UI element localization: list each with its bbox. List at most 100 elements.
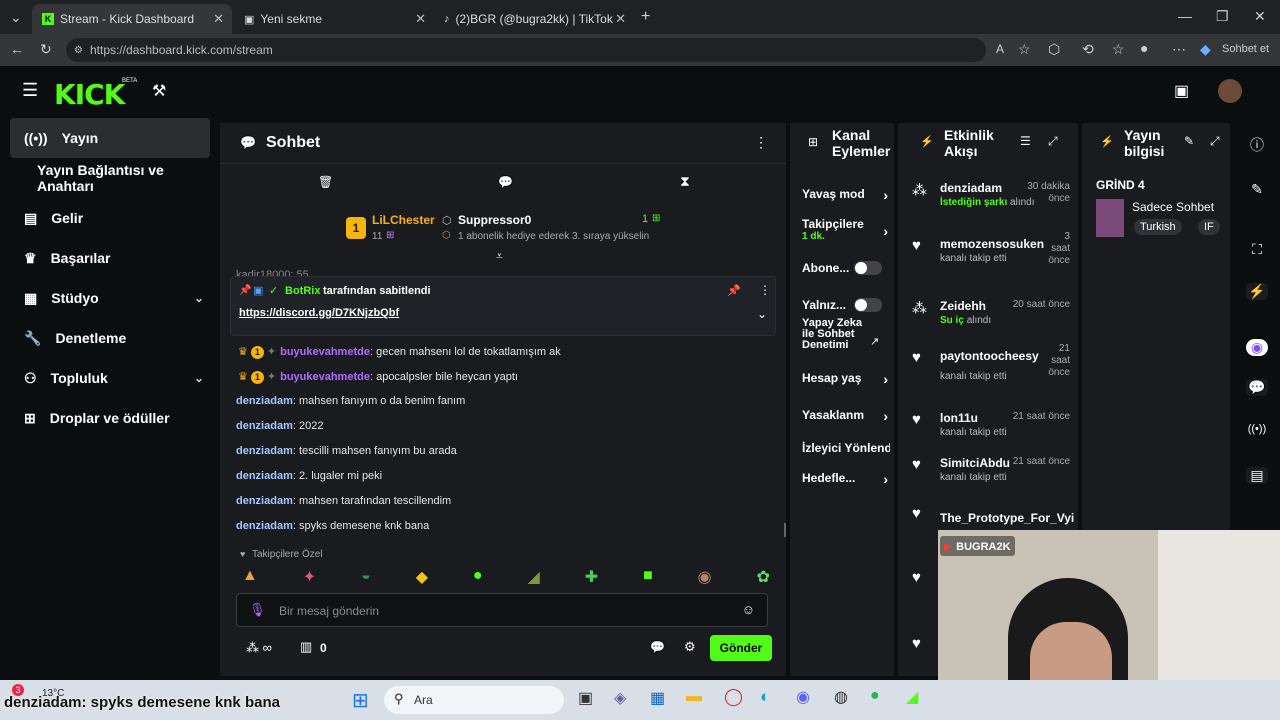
emote-icon[interactable]: ◒ [361, 567, 371, 587]
leader-name[interactable]: LiLChester [372, 213, 435, 227]
sidebar-item-topluluk[interactable]: ⚇ Topluluk ⌄ [4, 358, 216, 398]
chat-username[interactable]: denziadam [236, 420, 293, 432]
tab-close-icon[interactable]: ✕ [415, 11, 426, 27]
tab-kick-dashboard[interactable]: K Stream - Kick Dashboard ✕ [32, 4, 232, 34]
tab-tiktok[interactable]: ♪ (2)BGR (@bugra2kk) | TikTok ✕ [434, 4, 634, 34]
edit-pencil-icon[interactable]: ✎ [1184, 134, 1194, 148]
action-followers-only[interactable]: Takipçilere › 1 dk. [802, 217, 890, 242]
focus-icon[interactable]: ⛶ [1246, 241, 1268, 258]
tab-new-tab[interactable]: ▣ Yeni sekme ✕ [234, 4, 434, 34]
discord-icon[interactable]: ◉ [796, 687, 810, 707]
tab-close-icon[interactable]: ✕ [615, 11, 626, 27]
event-user[interactable]: lon11u [940, 411, 978, 425]
bolt-icon[interactable]: ⚡ [1246, 283, 1268, 300]
maximize-icon[interactable]: ❐ [1216, 8, 1229, 25]
expand-chevron-icon[interactable]: ⌄ [757, 307, 767, 321]
kick-logo[interactable]: KICK [54, 78, 125, 111]
chat-username[interactable]: denziadam [236, 395, 293, 407]
close-window-icon[interactable]: ✕ [1254, 8, 1266, 25]
store-icon[interactable]: ▥ [300, 639, 312, 655]
sidebar-item-studyo[interactable]: ▦ Stüdyo ⌄ [4, 278, 216, 318]
second-name[interactable]: Suppressor0 [458, 213, 531, 227]
file-explorer-icon[interactable]: ▬ [686, 688, 702, 706]
popout-icon[interactable]: ⤢ [1210, 134, 1220, 149]
emote-icon[interactable]: ✚ [585, 567, 598, 587]
emoji-icon[interactable]: ☺ [742, 602, 755, 617]
emotes-toggle[interactable] [854, 298, 882, 312]
action-targets[interactable]: Hedefle... › [802, 471, 890, 487]
sidebar-item-yayin[interactable]: ((•)) Yayın [10, 118, 210, 158]
chat-username[interactable]: buyukevahmetde [280, 371, 370, 383]
chat-username[interactable]: denziadam [236, 470, 293, 482]
category-name[interactable]: Sadece Sohbet [1132, 200, 1224, 214]
chat-modes-icon[interactable]: 💬 [650, 640, 665, 654]
settings-gear-icon[interactable]: ⚙ [684, 639, 696, 655]
layout-icon[interactable]: ▤ [1246, 467, 1268, 484]
broadcast-icon[interactable]: ((•)) [1246, 423, 1268, 435]
pinned-link[interactable]: https://discord.gg/D7KNjzbQbf [239, 307, 399, 319]
windows-start-icon[interactable]: ⊞ [352, 688, 369, 713]
tag-chip[interactable]: Turkish [1134, 219, 1182, 235]
hamburger-menu-icon[interactable]: ☰ [22, 80, 38, 101]
event-user[interactable]: paytontoocheesy [940, 349, 1039, 363]
chat-mode-icon[interactable]: 💬 [498, 175, 513, 189]
pinned-by[interactable]: BotRix [285, 285, 320, 297]
event-user[interactable]: denziadam [940, 181, 1002, 195]
popout-icon[interactable]: ⤢ [1048, 134, 1058, 149]
action-slow-mode[interactable]: Yavaş mod › [802, 187, 890, 203]
chat-username[interactable]: denziadam [236, 520, 293, 532]
hourglass-icon[interactable]: ⧗ [680, 173, 690, 190]
chat-bubble-icon[interactable]: 💬 [1246, 379, 1268, 396]
favorite-star-icon[interactable]: ☆ [1018, 41, 1031, 58]
more-menu-icon[interactable]: ⋯ [1172, 41, 1186, 58]
chat-username[interactable]: denziadam [236, 495, 293, 507]
chat-input[interactable]: 🎙 Bir mesaj gönderin ☺ [236, 593, 768, 627]
emote-icon[interactable]: ◉ [698, 567, 712, 587]
filter-icon[interactable]: ☰ [1020, 134, 1031, 148]
emote-icon[interactable]: ✦ [303, 567, 316, 587]
site-info-icon[interactable]: ⚙ [74, 45, 83, 56]
points-icon[interactable]: ⁂ ∞ [246, 640, 272, 656]
event-user[interactable]: Zeidehh [940, 299, 986, 313]
sidebar-item-stream-key[interactable]: Yayın Bağlantısı ve Anahtarı [4, 158, 216, 198]
edge-icon[interactable]: ◐ [760, 687, 770, 707]
event-user[interactable]: SimitciAbdu [940, 456, 1010, 470]
reload-icon[interactable]: ↻ [40, 41, 52, 58]
spotify-icon[interactable]: ● [870, 687, 880, 705]
sidebar-item-droplar[interactable]: ⊞ Droplar ve ödüller [4, 398, 216, 438]
sidebar-item-gelir[interactable]: ▤ Gelir [4, 198, 216, 238]
opera-icon[interactable]: ◯ [724, 687, 743, 707]
tag-chip[interactable]: IF [1198, 219, 1220, 235]
emote-icon[interactable]: ▲ [242, 567, 258, 587]
action-account-age[interactable]: Hesap yaş › [802, 371, 890, 387]
collapse-icon[interactable]: ⩡ [496, 249, 503, 264]
microphone-icon[interactable]: 🎙 [249, 602, 266, 618]
action-banned[interactable]: Yasaklanm › [802, 408, 890, 424]
profile-icon[interactable]: ● [1140, 40, 1148, 56]
copilot-icon[interactable]: ◆ [1200, 41, 1211, 58]
event-user[interactable]: The_Prototype_For_Vyi [940, 511, 1074, 525]
taskbar-search[interactable]: ⚲ Ara [384, 686, 564, 714]
address-input[interactable]: ⚙ https://dashboard.kick.com/stream [66, 38, 986, 62]
emote-icon[interactable]: ✿ [757, 567, 770, 587]
info-icon[interactable]: ⓘ [1246, 135, 1268, 155]
new-tab-plus-icon[interactable]: + [641, 8, 650, 26]
subscribers-toggle[interactable] [854, 261, 882, 275]
chevron-down-icon[interactable]: ⌄ [194, 371, 204, 385]
sidebar-item-basarilar[interactable]: ♛ Başarılar [4, 238, 216, 278]
send-button[interactable]: Gönder [710, 635, 772, 661]
emote-icon[interactable]: ◢ [528, 567, 540, 587]
emote-icon[interactable]: ● [473, 567, 483, 587]
collections-icon[interactable]: ☆ [1112, 41, 1125, 58]
event-user[interactable]: memozensosuken [940, 237, 1044, 251]
read-aloud-icon[interactable]: A [996, 42, 1004, 56]
teams-icon[interactable]: ◈ [614, 688, 626, 708]
back-icon[interactable]: ← [10, 41, 24, 57]
action-viewer-redirect[interactable]: İzleyici Yönlendi [802, 441, 890, 455]
theater-icon[interactable]: ▣ [1174, 81, 1189, 101]
unpin-icon[interactable]: 📌 [727, 284, 741, 297]
chat-username[interactable]: denziadam [236, 445, 293, 457]
tab-menu-icon[interactable]: ⌄ [10, 9, 22, 26]
more-options-icon[interactable]: ⋮ [754, 134, 768, 151]
chat-username[interactable]: buyukevahmetde [280, 346, 370, 358]
